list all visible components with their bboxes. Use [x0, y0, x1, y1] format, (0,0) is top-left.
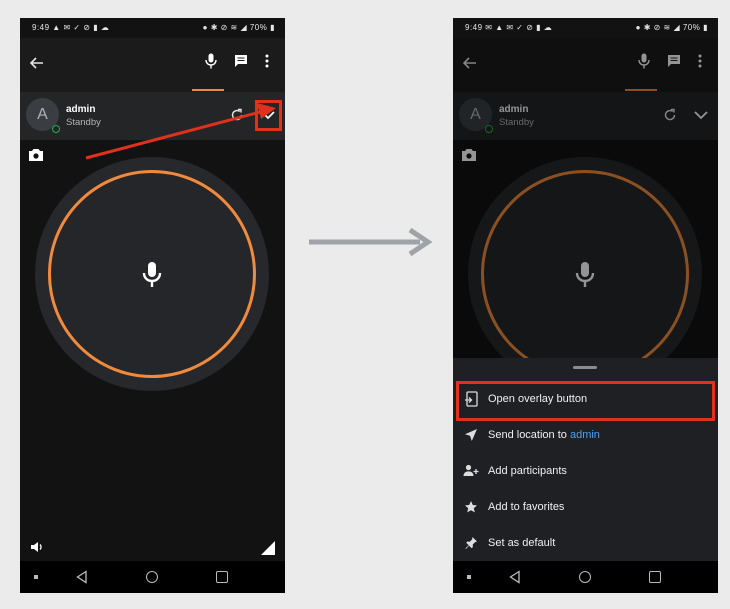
menu-item-send-location[interactable]: Send location to admin — [453, 418, 718, 454]
back-arrow-icon[interactable] — [461, 54, 479, 72]
status-bar: 9:49 ✉ ▲ ✉ ✓ ⊘ ▮ ☁ ● ✱ ⊘ ≋ ◢ 70% ▮ — [465, 23, 708, 32]
tab-chat-icon[interactable] — [228, 48, 254, 74]
phone-screen-before: 9:49 ▲ ✉ ✓ ⊘ ▮ ☁ ● ✱ ⊘ ≋ ◢ 70% ▮ A admin… — [20, 18, 285, 593]
active-tab-indicator — [625, 89, 657, 91]
menu-item-label: Add to favorites — [488, 501, 565, 513]
android-nav-bar — [20, 561, 285, 593]
star-icon — [463, 499, 479, 515]
camera-icon[interactable] — [28, 148, 44, 162]
bottom-sheet-menu: Open overlay button Send location to adm… — [453, 358, 718, 561]
camera-icon[interactable] — [461, 148, 477, 162]
android-nav-bar — [453, 561, 718, 593]
status-bar: 9:49 ▲ ✉ ✓ ⊘ ▮ ☁ ● ✱ ⊘ ≋ ◢ 70% ▮ — [32, 23, 275, 32]
battery-percent: 70% — [249, 23, 268, 32]
online-status-dot — [52, 125, 60, 133]
status-time: 9:49 — [465, 23, 483, 32]
mic-icon — [140, 260, 164, 290]
more-options-icon[interactable] — [258, 48, 276, 74]
tab-mic-icon[interactable] — [631, 48, 657, 74]
nav-dot-icon — [34, 575, 38, 579]
status-time: 9:49 — [32, 23, 50, 32]
menu-item-set-default[interactable]: Set as default — [453, 526, 718, 562]
contact-header[interactable]: A admin Standby — [20, 92, 285, 140]
app-toolbar — [20, 38, 285, 92]
contact-header[interactable]: A admin Standby — [453, 92, 718, 140]
signal-corner-icon — [261, 541, 275, 555]
battery-percent: 70% — [682, 23, 701, 32]
back-arrow-icon[interactable] — [28, 54, 46, 72]
pin-icon — [463, 535, 479, 551]
menu-item-add-participants[interactable]: Add participants — [453, 454, 718, 490]
annotation-highlight-box — [255, 100, 282, 131]
nav-back-icon[interactable] — [508, 570, 522, 584]
contact-name: admin — [499, 104, 529, 115]
refresh-icon[interactable] — [228, 106, 246, 124]
contact-name: admin — [66, 104, 96, 115]
contact-status: Standby — [66, 117, 101, 128]
phone-screen-after: 9:49 ✉ ▲ ✉ ✓ ⊘ ▮ ☁ ● ✱ ⊘ ≋ ◢ 70% ▮ A adm… — [453, 18, 718, 593]
chevron-down-icon[interactable] — [691, 106, 711, 124]
more-options-icon[interactable] — [691, 48, 709, 74]
app-toolbar — [453, 38, 718, 92]
nav-recents-icon[interactable] — [216, 571, 228, 583]
nav-back-icon[interactable] — [75, 570, 89, 584]
mic-icon — [573, 260, 597, 290]
tab-mic-icon[interactable] — [198, 48, 224, 74]
nav-dot-icon — [467, 575, 471, 579]
sheet-drag-handle[interactable] — [573, 366, 597, 369]
annotation-highlight-box — [456, 381, 715, 421]
contact-status: Standby — [499, 117, 534, 128]
nav-home-icon[interactable] — [146, 571, 158, 583]
active-tab-indicator — [192, 89, 224, 91]
add-person-icon — [463, 463, 479, 479]
speaker-icon[interactable] — [30, 540, 44, 554]
nav-home-icon[interactable] — [579, 571, 591, 583]
menu-item-label: Send location to admin — [488, 429, 600, 441]
menu-item-label: Set as default — [488, 537, 556, 549]
contact-link[interactable]: admin — [570, 429, 600, 441]
send-location-icon — [463, 427, 479, 443]
menu-item-add-favorites[interactable]: Add to favorites — [453, 490, 718, 526]
menu-item-label: Add participants — [488, 465, 567, 477]
online-status-dot — [485, 125, 493, 133]
refresh-icon[interactable] — [661, 106, 679, 124]
tab-chat-icon[interactable] — [661, 48, 687, 74]
nav-recents-icon[interactable] — [649, 571, 661, 583]
